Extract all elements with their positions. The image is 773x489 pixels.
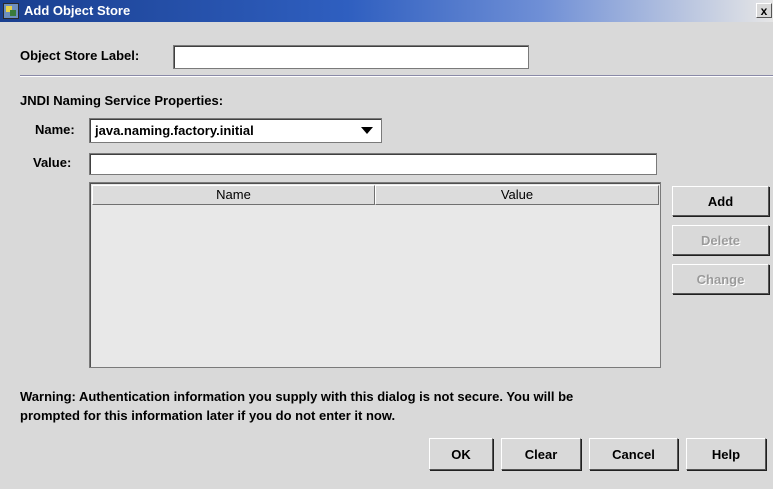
add-button[interactable]: Add (672, 186, 769, 216)
object-store-label: Object Store Label: (20, 48, 140, 63)
clear-button[interactable]: Clear (501, 438, 581, 470)
security-warning: Warning: Authentication information you … (20, 387, 720, 425)
ok-button[interactable]: OK (429, 438, 493, 470)
jndi-section-title: JNDI Naming Service Properties: (20, 93, 224, 108)
object-store-label-input[interactable] (173, 45, 529, 69)
title-bar: Add Object Store x (0, 0, 773, 22)
chevron-down-icon[interactable] (361, 127, 373, 134)
column-header-value[interactable]: Value (375, 185, 659, 205)
help-button[interactable]: Help (686, 438, 766, 470)
warning-line-2: prompted for this information later if y… (20, 408, 396, 423)
value-label: Value: (33, 155, 72, 170)
name-label: Name: (35, 122, 75, 137)
warning-line-1: Warning: Authentication information you … (20, 389, 574, 404)
cancel-button[interactable]: Cancel (589, 438, 678, 470)
close-button[interactable]: x (756, 3, 772, 18)
object-store-icon (3, 3, 19, 19)
change-button[interactable]: Change (672, 264, 769, 294)
window-title: Add Object Store (24, 3, 131, 18)
value-input[interactable] (89, 153, 657, 175)
delete-button[interactable]: Delete (672, 225, 769, 255)
name-dropdown[interactable]: java.naming.factory.initial (89, 118, 382, 143)
name-dropdown-value: java.naming.factory.initial (95, 123, 254, 138)
properties-table[interactable]: Name Value (89, 182, 661, 368)
column-header-name[interactable]: Name (92, 185, 375, 205)
separator (20, 75, 773, 77)
